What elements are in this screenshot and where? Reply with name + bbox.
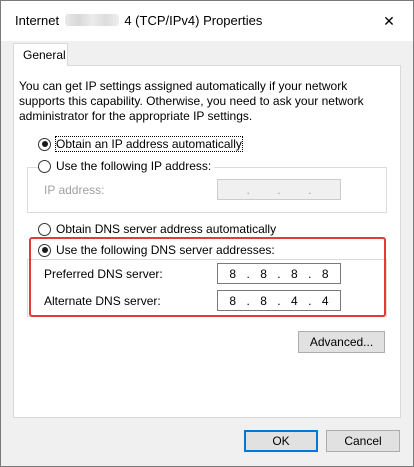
- radio-checked-icon: [38, 137, 51, 151]
- radio-obtain-ip-auto[interactable]: Obtain an IP address automatically: [38, 136, 243, 152]
- cancel-button[interactable]: Cancel: [326, 430, 400, 452]
- close-button[interactable]: ✕: [375, 9, 403, 33]
- description-text: You can get IP settings assigned automat…: [19, 79, 364, 123]
- radio-obtain-dns-auto-label: Obtain DNS server address automatically: [56, 222, 277, 236]
- radio-unchecked-icon: [38, 222, 51, 236]
- radio-use-following-ip[interactable]: Use the following IP address:: [38, 159, 215, 173]
- title-suffix: 4 (TCP/IPv4) Properties: [124, 13, 263, 28]
- tab-general[interactable]: General: [13, 43, 68, 66]
- ip-dot: .: [308, 182, 312, 197]
- tab-general-label: General: [23, 48, 66, 62]
- ip-dot: .: [277, 182, 281, 197]
- ip-address-label: IP address:: [44, 183, 105, 197]
- window-title: Internet 4 (TCP/IPv4) Properties: [15, 13, 262, 28]
- radio-unchecked-icon: [38, 159, 51, 173]
- title-bar: Internet 4 (TCP/IPv4) Properties ✕: [1, 1, 413, 41]
- close-icon: ✕: [383, 12, 395, 29]
- cancel-button-label: Cancel: [344, 434, 382, 448]
- radio-use-following-ip-label: Use the following IP address:: [56, 159, 212, 173]
- properties-dialog: Internet 4 (TCP/IPv4) Properties ✕ Gener…: [0, 0, 414, 467]
- advanced-button[interactable]: Advanced...: [298, 331, 385, 353]
- radio-obtain-dns-auto[interactable]: Obtain DNS server address automatically: [38, 222, 276, 236]
- advanced-button-label: Advanced...: [309, 335, 374, 349]
- title-prefix: Internet: [15, 13, 60, 28]
- dns-highlight-box: [29, 237, 386, 317]
- redacted-adapter-name: [64, 14, 119, 26]
- ip-address-input[interactable]: . . .: [217, 179, 341, 200]
- ok-button[interactable]: OK: [244, 430, 318, 452]
- ip-dot: .: [246, 182, 250, 197]
- ok-button-label: OK: [272, 434, 290, 448]
- radio-obtain-ip-auto-label: Obtain an IP address automatically: [55, 136, 243, 152]
